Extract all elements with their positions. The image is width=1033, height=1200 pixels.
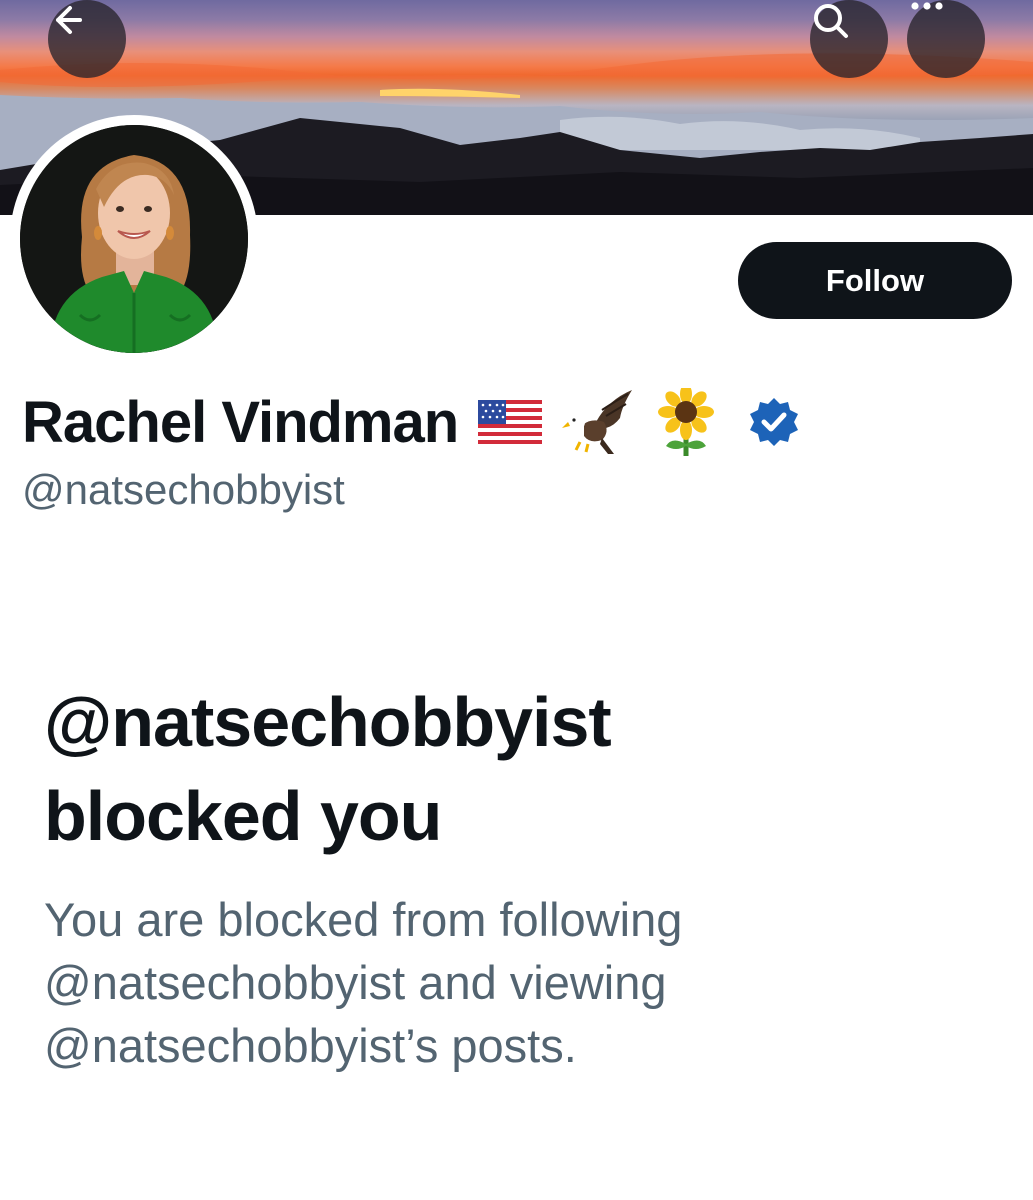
avatar[interactable] bbox=[20, 125, 248, 353]
more-options-button[interactable] bbox=[907, 0, 985, 78]
verified-badge-icon[interactable] bbox=[746, 394, 802, 450]
follow-button[interactable]: Follow bbox=[738, 242, 1012, 319]
profile-photo bbox=[20, 125, 248, 353]
blocked-description: You are blocked from following @natsecho… bbox=[44, 888, 944, 1077]
sunflower-emoji bbox=[654, 388, 718, 456]
blocked-description-line: You are blocked from following bbox=[44, 893, 683, 946]
arrow-left-icon bbox=[56, 6, 82, 34]
blocked-title: @natsechobbyist blocked you bbox=[44, 675, 944, 863]
search-icon bbox=[814, 4, 848, 38]
display-name: Rachel Vindman bbox=[22, 389, 459, 455]
search-button[interactable] bbox=[810, 0, 888, 78]
blocked-description-line: @natsechobbyist and viewing bbox=[44, 956, 667, 1009]
ellipsis-icon bbox=[911, 2, 943, 10]
profile-handle: @natsechobbyist bbox=[22, 466, 345, 513]
avatar-frame bbox=[10, 115, 258, 363]
profile-name-row: Rachel Vindman bbox=[22, 384, 802, 460]
eagle-emoji bbox=[562, 388, 634, 456]
profile-page: Follow Rachel Vindman @natsechobbyist @n… bbox=[0, 0, 1033, 1200]
blocked-description-line: @natsechobbyist’s posts. bbox=[44, 1019, 577, 1072]
back-button[interactable] bbox=[48, 0, 126, 78]
blocked-title-line: blocked you bbox=[44, 777, 442, 855]
blocked-title-line: @natsechobbyist bbox=[44, 683, 612, 761]
us-flag-emoji bbox=[478, 400, 543, 444]
